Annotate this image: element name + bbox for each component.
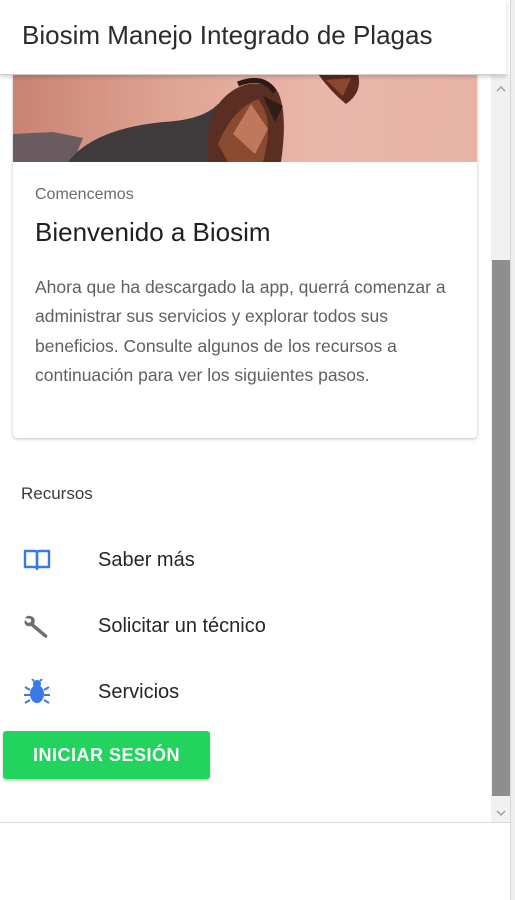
welcome-card: Comencemos Bienvenido a Biosim Ahora que…: [13, 74, 477, 438]
window-edge: [510, 0, 515, 900]
book-open-icon: [22, 547, 52, 573]
resource-item-servicios[interactable]: Servicios: [0, 667, 470, 717]
bottom-divider: [0, 822, 511, 823]
scrollbar[interactable]: [491, 74, 511, 822]
scroll-up-arrow-icon[interactable]: [496, 80, 506, 98]
resource-item-label: Servicios: [98, 681, 180, 703]
bug-icon: [22, 678, 52, 705]
resource-item-solicitar-tecnico[interactable]: Solicitar un técnico: [0, 601, 470, 651]
scroll-content: Comencemos Bienvenido a Biosim Ahora que…: [0, 74, 491, 822]
app-title: Biosim Manejo Integrado de Plagas: [22, 20, 433, 50]
hero-image: [13, 74, 477, 162]
scrollbar-thumb[interactable]: [492, 260, 510, 796]
resource-item-saber-mas[interactable]: Saber más: [0, 535, 470, 585]
card-title: Bienvenido a Biosim: [35, 217, 271, 247]
resource-item-label: Saber más: [98, 549, 195, 571]
card-body-text: Ahora que ha descargado la app, querrá c…: [35, 277, 446, 385]
app-bar: Biosim Manejo Integrado de Plagas: [0, 0, 506, 75]
resource-item-label: Solicitar un técnico: [98, 615, 266, 637]
resources-heading: Recursos: [21, 484, 93, 503]
wrench-icon: [22, 613, 52, 639]
login-button[interactable]: INICIAR SESIÓN: [3, 731, 210, 779]
scroll-down-arrow-icon[interactable]: [496, 804, 506, 822]
card-overline: Comencemos: [35, 186, 134, 203]
